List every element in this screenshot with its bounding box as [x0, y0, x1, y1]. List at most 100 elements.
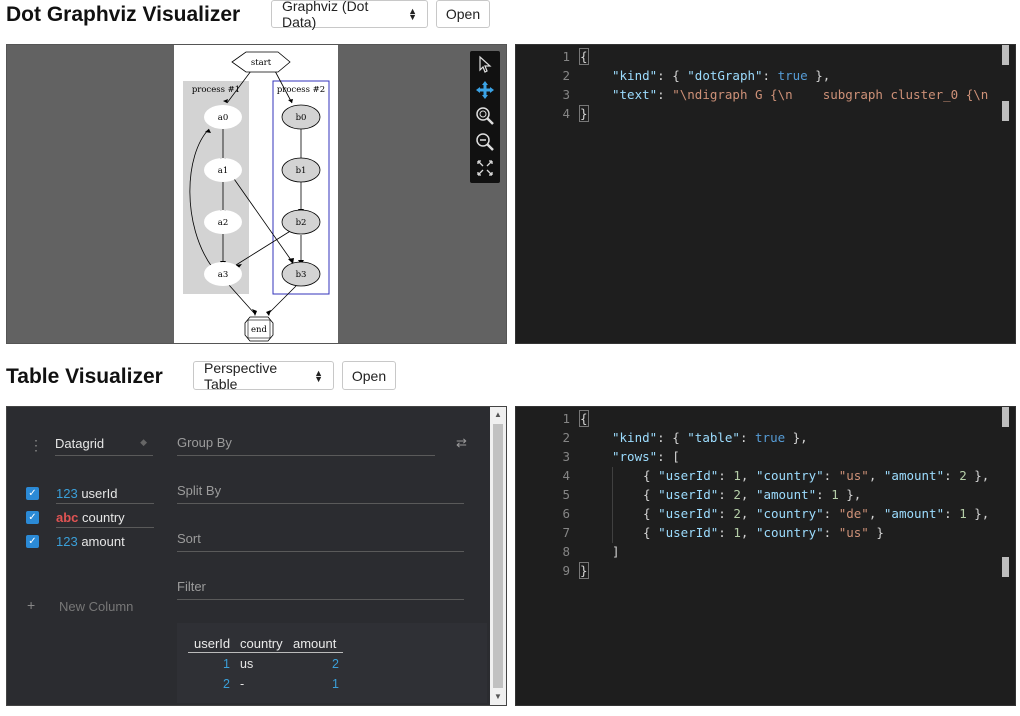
- zoom-out-icon[interactable]: [474, 131, 496, 153]
- code-row: { "userId": 2, "amount": 1 },: [643, 487, 862, 502]
- line-number: 8: [562, 544, 570, 559]
- code-line-kind: "kind": { "table": true },: [612, 430, 808, 445]
- line-number: 1: [562, 411, 570, 426]
- node-a0: a0: [204, 105, 242, 129]
- column-label: 123 userId: [56, 486, 154, 504]
- table-section-title: Table Visualizer: [6, 365, 163, 388]
- line-number: 2: [562, 68, 570, 83]
- close-brace: }: [579, 105, 589, 122]
- grid-cell: 2: [223, 677, 230, 691]
- graph-viewport[interactable]: process #1 process #2 start a0 a1 a2 a3 …: [6, 44, 507, 344]
- svg-text:b0: b0: [296, 113, 307, 123]
- svg-text:b2: b2: [296, 218, 307, 228]
- pointer-icon[interactable]: [474, 53, 496, 75]
- line-number: 7: [562, 525, 570, 540]
- sort-field[interactable]: Sort: [177, 530, 464, 552]
- svg-text:b3: b3: [296, 270, 307, 280]
- node-a2: a2: [204, 210, 242, 234]
- code-line-rows: "rows": [: [612, 449, 680, 464]
- line-number: 3: [562, 87, 570, 102]
- dot-json-editor[interactable]: 1 2 3 4 { "kind": { "dotGraph": true }, …: [515, 44, 1016, 344]
- editor-scrollbar-thumb[interactable]: [1002, 557, 1009, 577]
- start-node-label: start: [251, 58, 272, 68]
- open-brace: {: [579, 48, 589, 65]
- grid-cell: 1: [332, 677, 339, 691]
- line-number: 4: [562, 106, 570, 121]
- checkbox-checked-icon[interactable]: ✓: [26, 487, 39, 500]
- node-b1: b1: [281, 157, 321, 183]
- grid-cell: 1: [223, 657, 230, 671]
- line-number: 5: [562, 487, 570, 502]
- checkbox-checked-icon[interactable]: ✓: [26, 511, 39, 524]
- new-column-button[interactable]: New Column: [59, 599, 133, 614]
- indent-guide: [612, 467, 613, 543]
- zoom-in-icon[interactable]: [474, 105, 496, 127]
- node-b3: b3: [281, 261, 321, 287]
- line-number: 9: [562, 563, 570, 578]
- perspective-viewer: ⋮ Datagrid ◆ Group By ⇄ Split By Sort Fi…: [6, 406, 507, 706]
- node-a1: a1: [204, 158, 242, 182]
- select-caret-icon: ▲ ▼: [314, 367, 323, 384]
- move-icon[interactable]: [474, 79, 496, 101]
- dot-open-label: Open: [445, 6, 481, 22]
- group-by-label: Group By: [177, 435, 232, 450]
- end-node-label: end: [251, 325, 268, 335]
- table-open-button[interactable]: Open: [342, 361, 396, 390]
- line-number: 2: [562, 430, 570, 445]
- fit-icon[interactable]: [474, 157, 496, 179]
- chevron-down-icon: ◆: [140, 437, 147, 447]
- svg-text:a2: a2: [218, 218, 228, 228]
- plugin-select[interactable]: Datagrid ◆: [55, 434, 153, 456]
- table-select-value: Perspective Table: [204, 359, 278, 392]
- grid-header-userid[interactable]: userId: [194, 636, 230, 651]
- graph-canvas: process #1 process #2 start a0 a1 a2 a3 …: [174, 45, 338, 343]
- graph-svg: process #1 process #2 start a0 a1 a2 a3 …: [183, 51, 330, 342]
- code-row: { "userId": 2, "country": "de", "amount"…: [643, 506, 990, 521]
- column-label: 123 amount: [56, 534, 125, 549]
- dot-section-title: Dot Graphviz Visualizer: [6, 3, 241, 26]
- column-label: abc country: [56, 510, 154, 528]
- svg-text:a0: a0: [218, 113, 228, 123]
- plus-icon[interactable]: +: [27, 597, 35, 613]
- grid-header-country[interactable]: country: [240, 636, 283, 651]
- node-b0: b0: [281, 104, 321, 130]
- table-json-editor[interactable]: 1 2 3 4 5 6 7 8 9 { "kind": { "table": t…: [515, 406, 1016, 706]
- plugin-select-value: Datagrid: [55, 436, 105, 451]
- select-caret-icon: ▲ ▼: [408, 6, 417, 22]
- graph-toolbar: [470, 51, 500, 183]
- scrollbar-thumb[interactable]: [493, 424, 503, 688]
- grid-cell: 2: [332, 657, 339, 671]
- grid-cell: -: [240, 677, 245, 691]
- scroll-down-icon[interactable]: ▼: [494, 692, 502, 701]
- swap-icon[interactable]: ⇄: [456, 435, 467, 451]
- svg-text:a3: a3: [218, 270, 228, 280]
- editor-scrollbar-thumb[interactable]: [1002, 101, 1009, 121]
- line-number: 3: [562, 449, 570, 464]
- group-by-field[interactable]: Group By: [177, 434, 435, 456]
- line-number: 6: [562, 506, 570, 521]
- svg-text:b1: b1: [296, 166, 307, 176]
- code-line-kind: "kind": { "dotGraph": true },: [612, 68, 831, 83]
- split-by-field[interactable]: Split By: [177, 482, 464, 504]
- dot-open-button[interactable]: Open: [436, 0, 490, 28]
- node-a3: a3: [204, 262, 242, 286]
- filter-field[interactable]: Filter: [177, 578, 464, 600]
- table-visualizer-select[interactable]: Perspective Table ▲ ▼: [193, 359, 334, 392]
- cluster-1-label: process #1: [192, 85, 240, 95]
- grid-cell: us: [240, 657, 254, 671]
- filter-label: Filter: [177, 579, 206, 594]
- drag-handle-icon[interactable]: ⋮: [29, 437, 43, 454]
- editor-scrollbar-thumb[interactable]: [1002, 407, 1009, 427]
- grid-header-amount[interactable]: amount: [293, 636, 336, 651]
- grid-header-divider: [188, 652, 343, 653]
- dot-visualizer-select[interactable]: Graphviz (Dot Data) ▲ ▼: [271, 0, 428, 30]
- vertical-scrollbar[interactable]: ▲ ▼: [490, 407, 506, 705]
- scroll-up-icon[interactable]: ▲: [494, 410, 502, 419]
- cluster-2-label: process #2: [277, 85, 325, 95]
- editor-scrollbar-thumb[interactable]: [1002, 45, 1009, 65]
- line-number: 1: [562, 49, 570, 64]
- code-row: { "userId": 1, "country": "us", "amount"…: [643, 468, 990, 483]
- checkbox-checked-icon[interactable]: ✓: [26, 535, 39, 548]
- dot-select-value: Graphviz (Dot Data): [282, 0, 369, 30]
- line-number: 4: [562, 468, 570, 483]
